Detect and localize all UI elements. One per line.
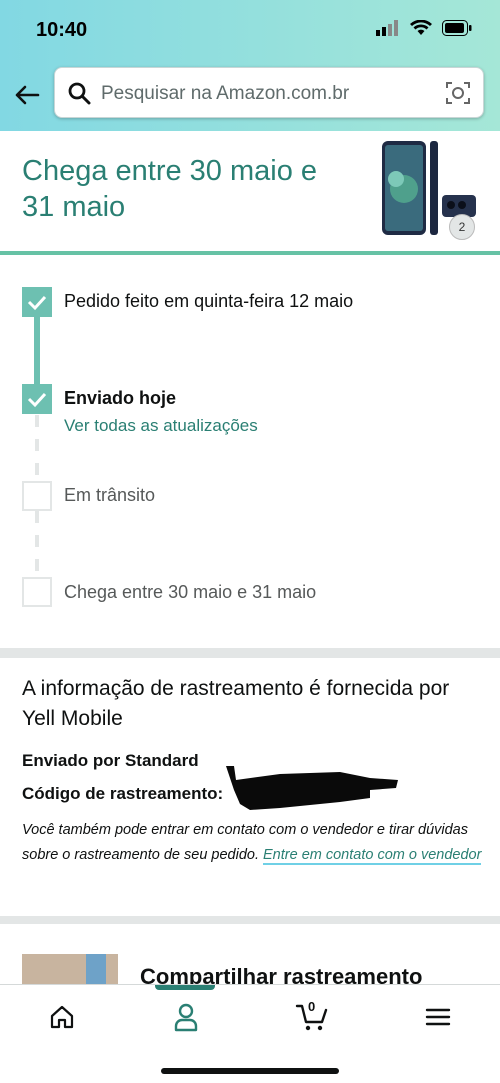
home-icon [50, 1005, 74, 1029]
checkmark-icon [27, 295, 47, 311]
nav-home[interactable] [32, 997, 92, 1037]
tracking-provider-title: A informação de rastreamento é fornecida… [22, 677, 450, 730]
step-transit-box [22, 481, 52, 511]
shipped-by-label: Enviado por Standard [22, 751, 199, 770]
active-tab-indicator [155, 985, 215, 990]
nav-account[interactable] [156, 997, 216, 1037]
share-tracking-title: Compartilhar rastreamento [140, 964, 423, 984]
step-ordered-check [22, 287, 52, 317]
arrival-title: Chega entre 30 maio e 31 maio [22, 155, 318, 223]
tracking-code-label: Código de rastreamento: [22, 784, 224, 803]
back-arrow-icon[interactable] [12, 80, 42, 110]
cart-count: 0 [308, 999, 316, 1014]
contact-seller-note: Você também pode entrar em contato com o… [22, 818, 482, 868]
person-icon [174, 1003, 198, 1032]
section-divider [0, 916, 500, 924]
step-shipped-label: Enviado hoje [64, 388, 177, 408]
home-indicator [161, 1068, 339, 1074]
checkmark-icon [27, 392, 47, 408]
step-arrival-box [22, 577, 52, 607]
contact-seller-link[interactable]: Entre em contato com o vendedor [263, 847, 482, 865]
see-all-updates-link[interactable]: Ver todas as atualizações [64, 416, 258, 436]
header: 10:40 [0, 0, 500, 131]
bottom-navigation: 0 [0, 984, 500, 1083]
arrival-section: Chega entre 30 maio e 31 maio [0, 131, 500, 255]
quantity-badge: 2 [449, 214, 475, 240]
hamburger-menu-icon [425, 1008, 451, 1026]
nav-menu[interactable] [408, 997, 468, 1037]
step-ordered-label: Pedido feito em quinta-feira 12 maio [64, 291, 354, 311]
wifi-icon [410, 20, 432, 35]
search-bar[interactable] [54, 67, 484, 119]
status-bar: 10:40 [0, 0, 500, 60]
step-shipped-check [22, 384, 52, 414]
share-tracking-section[interactable]: Compartilhar rastreamento [0, 924, 500, 984]
search-icon [68, 82, 91, 105]
nav-cart[interactable]: 0 [282, 997, 342, 1037]
battery-icon [442, 20, 472, 36]
share-package-image [22, 954, 118, 984]
signal-icon [376, 20, 398, 36]
camera-search-icon[interactable] [445, 80, 471, 106]
section-divider [0, 648, 500, 658]
step-transit-label: Em trânsito [64, 485, 156, 505]
search-input[interactable] [99, 68, 433, 119]
tracking-code-redacted [226, 766, 398, 810]
step-arrival-label: Chega entre 30 maio e 31 maio [64, 582, 317, 602]
status-time: 10:40 [36, 19, 88, 41]
tracking-timeline: Pedido feito em quinta-feira 12 maio Env… [0, 255, 500, 648]
status-icons [376, 20, 472, 36]
